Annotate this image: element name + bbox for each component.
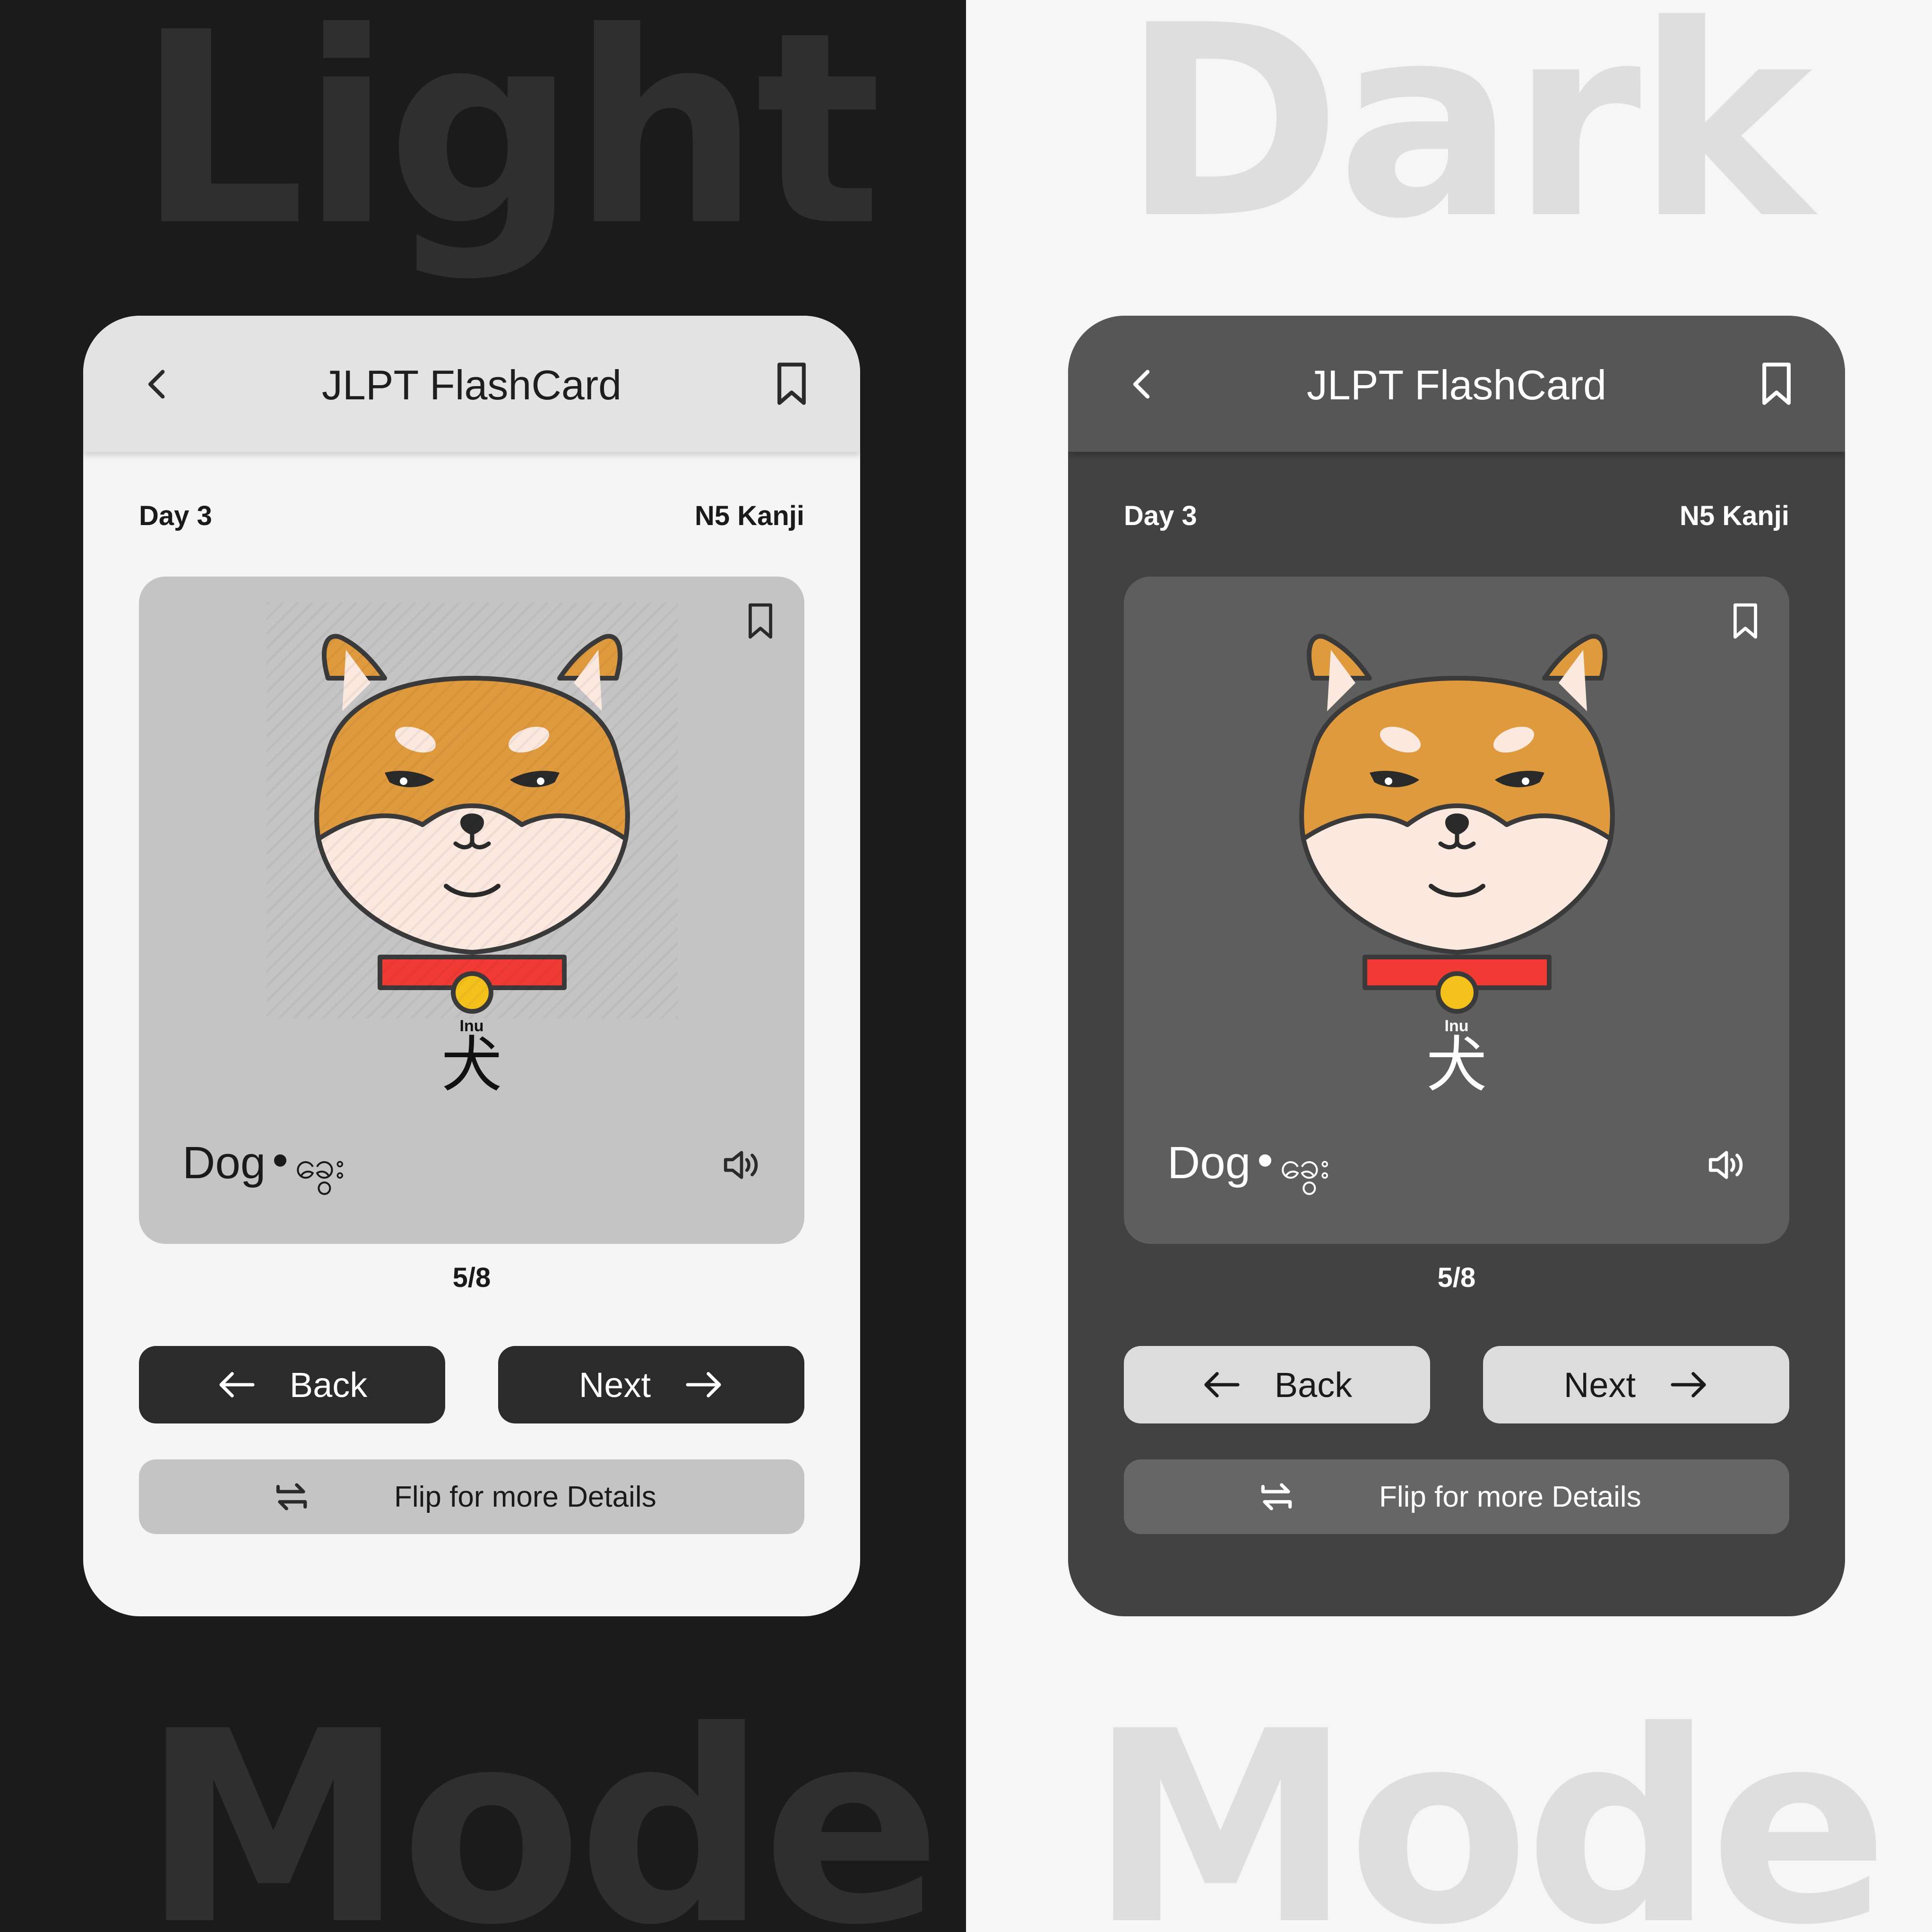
next-label: Next xyxy=(1563,1365,1636,1405)
meaning-burmese: ခွေး xyxy=(294,1144,345,1186)
level-label: N5 Kanji xyxy=(694,500,804,531)
light-heading: Light xyxy=(137,0,882,284)
kanji-character: 犬 xyxy=(1426,1030,1487,1100)
bookmark-icon[interactable] xyxy=(770,361,813,406)
level-label: N5 Kanji xyxy=(1679,500,1789,531)
phone-dark: JLPT FlashCard Day 3 N5 Kanji Inu 犬 Dog … xyxy=(1068,316,1845,1616)
phone-light: JLPT FlashCard Day 3 N5 Kanji Inu 犬 Dog … xyxy=(83,316,860,1616)
flip-icon xyxy=(276,1483,307,1510)
back-button[interactable]: Back xyxy=(1124,1346,1430,1423)
next-button[interactable]: Next xyxy=(498,1346,804,1423)
shiba-dog-illustration xyxy=(1251,603,1663,1018)
flip-label: Flip for more Details xyxy=(394,1481,656,1513)
arrow-right-icon xyxy=(686,1372,721,1397)
day-label: Day 3 xyxy=(139,500,212,531)
back-button[interactable]: Back xyxy=(139,1346,445,1423)
separator-dot: • xyxy=(272,1135,288,1185)
day-label: Day 3 xyxy=(1124,500,1197,531)
meaning-english: Dog xyxy=(1167,1138,1251,1188)
flip-label: Flip for more Details xyxy=(1379,1481,1641,1513)
flip-button[interactable]: Flip for more Details xyxy=(139,1459,804,1534)
app-header: JLPT FlashCard xyxy=(83,316,860,452)
app-header: JLPT FlashCard xyxy=(1068,316,1845,452)
arrow-left-icon xyxy=(219,1372,255,1397)
card-bookmark-icon[interactable] xyxy=(743,601,778,641)
back-label: Back xyxy=(289,1365,368,1405)
flashcard[interactable]: Inu 犬 Dog • ခွေး xyxy=(139,577,804,1244)
separator-dot: • xyxy=(1257,1135,1273,1185)
dark-heading: Dark xyxy=(1122,0,1812,277)
back-label: Back xyxy=(1274,1365,1353,1405)
bookmark-icon[interactable] xyxy=(1755,361,1798,406)
progress-counter: 5/8 xyxy=(1437,1262,1476,1293)
meaning-row: Dog • ခွေး xyxy=(1167,1135,1330,1197)
next-label: Next xyxy=(578,1365,651,1405)
light-mode-panel: Light Mode JLPT FlashCard Day 3 N5 Kanji xyxy=(0,0,966,1932)
app-title: JLPT FlashCard xyxy=(1306,362,1607,408)
next-button[interactable]: Next xyxy=(1483,1346,1789,1423)
arrow-left-icon xyxy=(1204,1372,1240,1397)
progress-counter: 5/8 xyxy=(452,1262,491,1293)
flip-button[interactable]: Flip for more Details xyxy=(1124,1459,1789,1534)
card-bookmark-icon[interactable] xyxy=(1728,601,1763,641)
dark-mode-panel: Dark Mode JLPT FlashCard Day 3 N5 Kanji xyxy=(966,0,1932,1932)
meaning-row: Dog • ခွေး xyxy=(182,1135,345,1197)
speaker-icon[interactable] xyxy=(720,1144,763,1186)
mode-heading: Mode xyxy=(1089,1675,1889,1932)
mode-heading: Mode xyxy=(142,1675,942,1932)
meaning-burmese: ခွေး xyxy=(1279,1144,1330,1186)
app-title: JLPT FlashCard xyxy=(321,362,622,408)
meaning-english: Dog xyxy=(182,1138,266,1188)
flip-icon xyxy=(1261,1483,1292,1510)
flashcard[interactable]: Inu 犬 Dog • ခွေး xyxy=(1124,577,1789,1244)
shiba-dog-illustration xyxy=(267,603,678,1018)
arrow-right-icon xyxy=(1671,1372,1706,1397)
speaker-icon[interactable] xyxy=(1705,1144,1748,1186)
kanji-character: 犬 xyxy=(441,1030,502,1100)
